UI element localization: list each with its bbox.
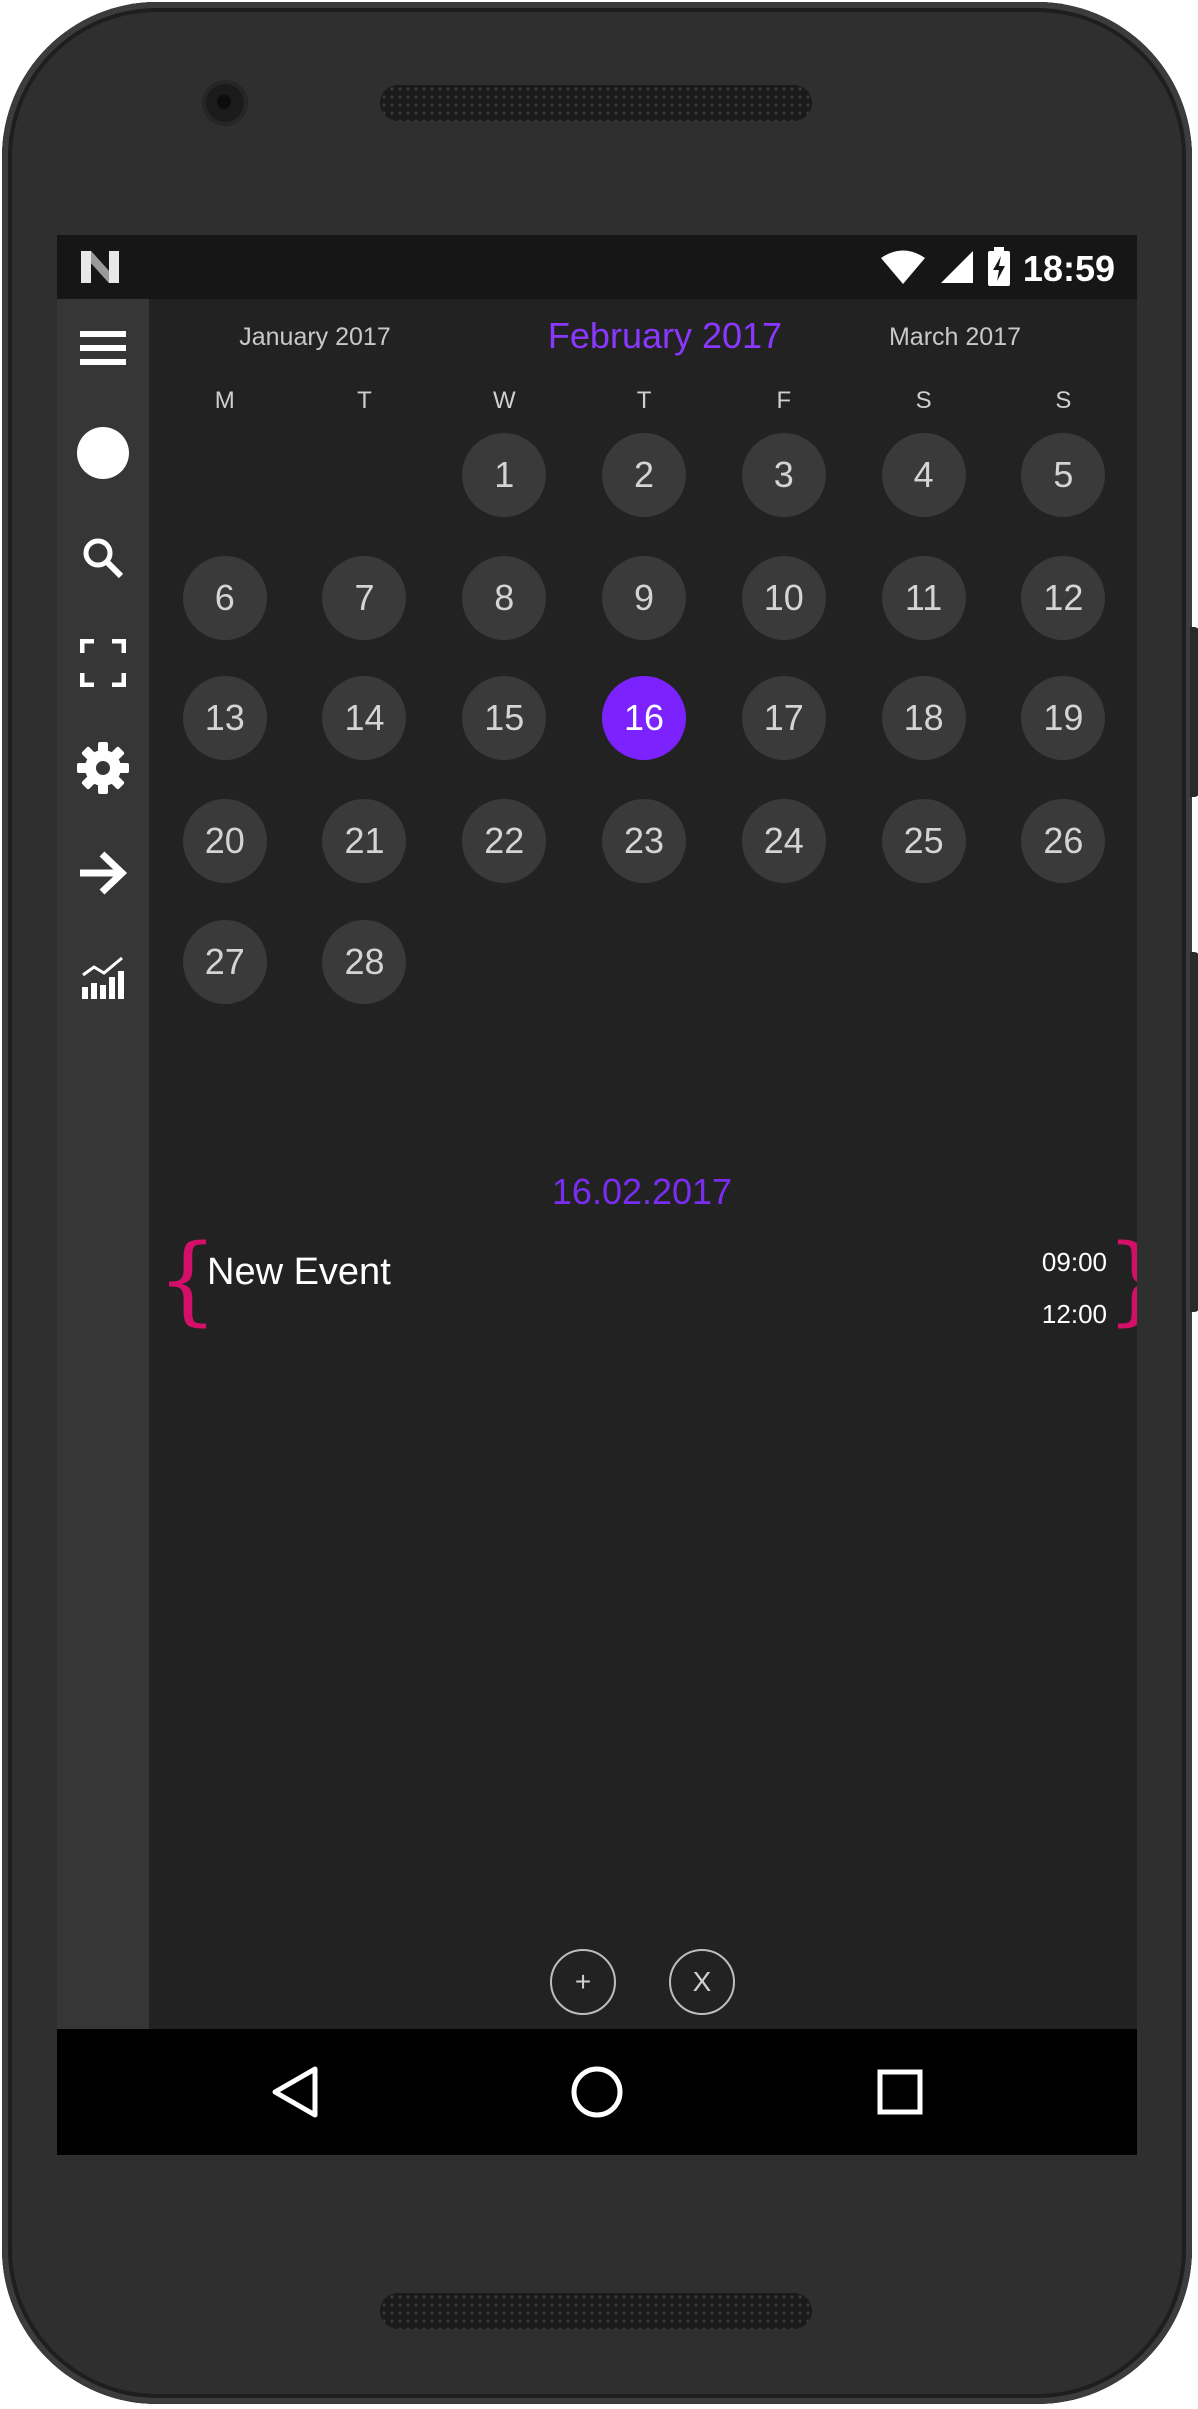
calendar-day[interactable]: 8 (462, 555, 547, 640)
weekday-label: T (636, 387, 652, 414)
calendar-day[interactable]: 9 (602, 555, 687, 640)
calendar-day[interactable]: 18 (881, 675, 966, 760)
calendar-day[interactable]: 22 (462, 798, 547, 883)
weekday-label: S (1055, 387, 1072, 414)
calendar-day[interactable]: 2 (602, 433, 687, 518)
volume-button (1190, 952, 1198, 1312)
menu-icon[interactable] (57, 313, 149, 383)
calendar-day[interactable]: 12 (1021, 555, 1106, 640)
bottom-speaker (380, 2293, 812, 2329)
calendar-day[interactable]: 11 (881, 555, 966, 640)
back-icon[interactable] (259, 2057, 329, 2127)
home-icon[interactable] (562, 2057, 632, 2127)
weekday-label: F (776, 387, 792, 414)
calendar-day[interactable]: 15 (462, 675, 547, 760)
calendar-day[interactable]: 6 (182, 555, 267, 640)
calendar-day[interactable]: 5 (1021, 433, 1106, 518)
wifi-icon (879, 249, 927, 289)
weekday-label: T (357, 387, 372, 414)
event-title: New Event (207, 1251, 391, 1293)
calendar-day[interactable]: 3 (741, 433, 826, 518)
circle-icon[interactable] (57, 418, 149, 488)
fullscreen-icon[interactable] (57, 628, 149, 698)
calendar-day[interactable]: 14 (322, 675, 407, 760)
weekday-label: M (214, 387, 235, 414)
right-brace-icon: } (1106, 1225, 1137, 1335)
screen: 18:59 January 2017 February 2017 March 2… (57, 235, 1137, 2155)
calendar-day[interactable]: 13 (182, 675, 267, 760)
event-item[interactable]: { New Event 09:00 12:00 } (157, 1225, 1137, 1335)
calendar-day[interactable]: 10 (741, 555, 826, 640)
battery-charging-icon (987, 247, 1011, 291)
recents-icon[interactable] (865, 2057, 935, 2127)
calendar-day[interactable]: 21 (322, 798, 407, 883)
add-event-button[interactable]: + (550, 1949, 616, 2015)
calendar-day[interactable]: 25 (881, 798, 966, 883)
calendar-day[interactable]: 4 (881, 433, 966, 518)
status-bar: 18:59 (57, 235, 1137, 299)
signal-icon (939, 249, 975, 289)
delete-event-button[interactable]: X (669, 1949, 735, 2015)
n-logo-icon (79, 249, 121, 289)
prev-month-label[interactable]: January 2017 (195, 323, 435, 363)
next-month-label[interactable]: March 2017 (835, 323, 1075, 363)
chart-icon[interactable] (57, 943, 149, 1013)
calendar-day[interactable]: 23 (602, 798, 687, 883)
calendar-day[interactable]: 17 (741, 675, 826, 760)
calendar-day[interactable]: 28 (322, 920, 407, 1004)
status-time: 18:59 (1022, 248, 1115, 289)
calendar-day[interactable]: 19 (1021, 675, 1106, 760)
calendar-day[interactable]: 24 (741, 798, 826, 883)
calendar-day[interactable]: 7 (322, 555, 407, 640)
weekday-label: S (915, 387, 932, 414)
event-start-time: 09:00 (1041, 1247, 1107, 1277)
phone-frame: 18:59 January 2017 February 2017 March 2… (2, 2, 1198, 2404)
calendar-day[interactable]: 20 (182, 798, 267, 883)
front-camera (202, 80, 248, 126)
gear-icon[interactable] (57, 733, 149, 803)
weekday-label: W (492, 387, 516, 414)
event-date: 16.02.2017 (551, 1171, 733, 1212)
calendar-day-selected[interactable]: 16 (602, 675, 687, 760)
calendar-day[interactable]: 26 (1021, 798, 1106, 883)
power-button (1190, 627, 1198, 797)
sidebar (57, 299, 149, 2029)
event-end-time: 12:00 (1041, 1299, 1107, 1329)
calendar-day[interactable]: 27 (182, 920, 267, 1004)
search-icon[interactable] (57, 523, 149, 593)
navigation-bar (57, 2029, 1137, 2155)
current-month-label: February 2017 (547, 315, 783, 356)
top-speaker (380, 85, 812, 121)
calendar-day[interactable]: 1 (462, 433, 547, 518)
arrow-right-icon[interactable] (57, 838, 149, 908)
